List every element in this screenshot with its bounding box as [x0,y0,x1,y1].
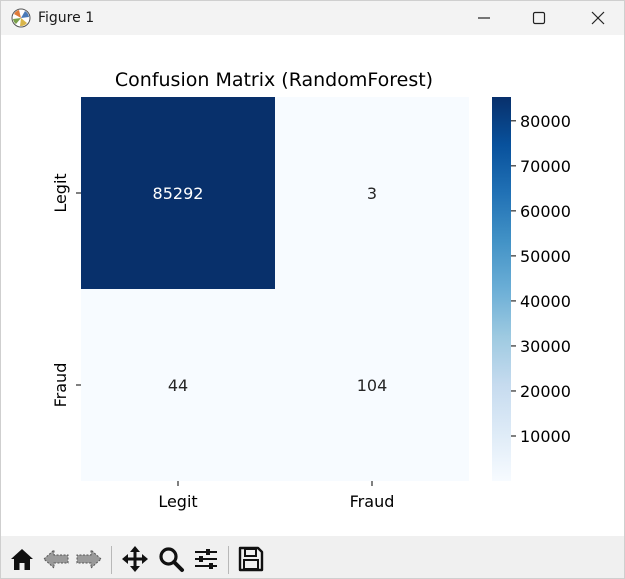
close-button[interactable] [575,1,621,35]
cell-value-label: 85292 [153,184,204,203]
minimize-icon [478,17,490,19]
chart-title: Confusion Matrix (RandomForest) [115,69,433,91]
figure-canvas: Confusion Matrix (RandomForest) 85292 3 44… [1,35,624,536]
y-tick-label: Fraud [51,363,70,408]
matplotlib-app-icon [11,8,31,28]
maximize-icon [532,11,546,25]
forward-icon[interactable] [74,544,104,574]
maximize-button[interactable] [516,1,562,35]
colorbar-tick-label: 80000 [520,112,571,131]
save-icon[interactable] [236,544,266,574]
colorbar-tick-label: 50000 [520,247,571,266]
back-icon[interactable] [41,544,71,574]
window-title: Figure 1 [38,10,95,26]
cell-value-label: 3 [367,184,377,203]
pan-icon[interactable] [120,544,150,574]
colorbar [492,97,511,481]
colorbar-tick-label: 20000 [520,382,571,401]
figure-window: Figure 1 Confusion Matrix (RandomForest)… [0,0,625,579]
x-tick-label: Legit [158,492,197,511]
cell-value-label: 44 [168,376,188,395]
navigation-toolbar [1,536,624,578]
x-tick-label: Fraud [350,492,395,511]
colorbar-tick-label: 40000 [520,292,571,311]
configure-subplots-icon[interactable] [191,544,221,574]
colorbar-tick-label: 30000 [520,337,571,356]
home-icon[interactable] [7,544,37,574]
colorbar-tick-label: 10000 [520,427,571,446]
toolbar-separator [228,546,229,574]
colorbar-tick-label: 70000 [520,157,571,176]
toolbar-separator [111,546,112,574]
y-tick-label: Legit [51,173,70,212]
confusion-matrix-chart: Confusion Matrix (RandomForest) 85292 3 44… [51,69,571,511]
colorbar-tick-label: 60000 [520,202,571,221]
heatmap-cells: 85292 3 44 104 [81,97,469,481]
zoom-icon[interactable] [156,544,186,574]
close-icon [591,11,605,25]
title-bar[interactable]: Figure 1 [1,1,624,35]
colorbar-ticks: 10000 20000 30000 40000 50000 60000 70000 80000 [511,112,571,446]
minimize-button[interactable] [461,1,507,35]
cell-value-label: 104 [357,376,388,395]
